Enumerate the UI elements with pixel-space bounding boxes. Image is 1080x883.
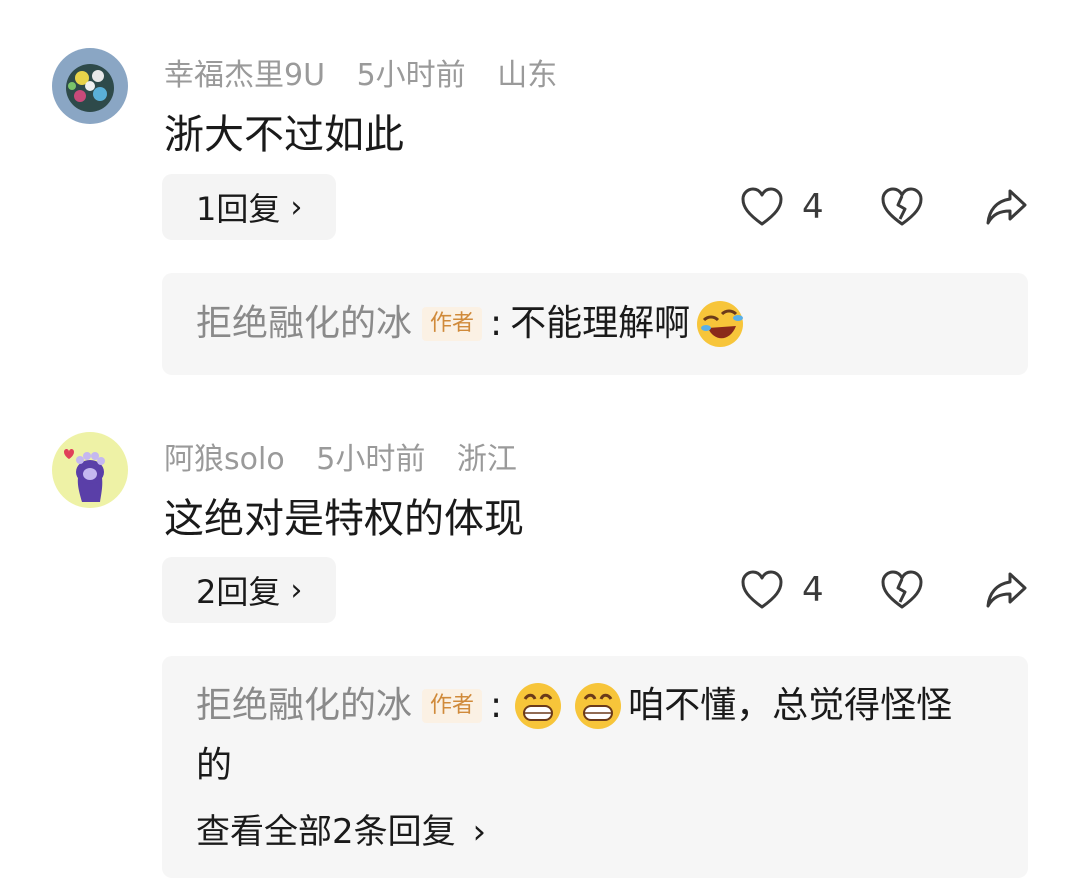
sub-reply-text: 不能理解啊 bbox=[510, 303, 691, 344]
avatar[interactable] bbox=[52, 432, 128, 508]
view-all-replies-link[interactable]: 查看全部2条回复 › bbox=[196, 804, 994, 860]
sub-reply-author[interactable]: 拒绝融化的冰 bbox=[196, 294, 412, 354]
comment-actions: 4 bbox=[740, 560, 1040, 620]
comment-meta: 阿狼solo 5小时前 浙江 bbox=[164, 434, 539, 478]
sub-reply-box[interactable]: 拒绝融化的冰 作者 : 咱不懂，总觉得怪怪 的 查看全部2条回复 › bbox=[162, 656, 1028, 878]
like-count: 4 bbox=[802, 187, 824, 227]
grin-emoji bbox=[575, 683, 622, 729]
timestamp: 5小时前 bbox=[316, 442, 426, 477]
sub-reply-author[interactable]: 拒绝融化的冰 bbox=[196, 676, 412, 736]
reply-count-label: 2回复 bbox=[196, 573, 281, 611]
share-button[interactable] bbox=[984, 560, 1028, 620]
rolling-laugh-emoji bbox=[697, 301, 744, 347]
avatar[interactable] bbox=[52, 48, 128, 124]
comment-actions: 4 bbox=[740, 177, 1040, 237]
reply-count-button[interactable]: 1回复 › bbox=[162, 174, 337, 240]
reply-count-button[interactable]: 2回复 › bbox=[162, 557, 337, 623]
broken-heart-icon bbox=[881, 570, 923, 609]
location: 山东 bbox=[497, 58, 558, 93]
reply-count-label: 1回复 bbox=[196, 190, 281, 228]
view-all-replies-label: 查看全部2条回复 bbox=[196, 812, 456, 852]
timestamp: 5小时前 bbox=[356, 58, 466, 93]
chevron-right-icon: › bbox=[290, 189, 303, 225]
broken-heart-icon bbox=[881, 187, 923, 226]
avatar-image bbox=[52, 432, 128, 508]
sub-reply-text: 咱不懂，总觉得怪怪 bbox=[628, 685, 953, 726]
share-arrow-icon bbox=[986, 189, 1027, 225]
share-button[interactable] bbox=[984, 177, 1028, 237]
like-count: 4 bbox=[802, 570, 824, 610]
comment-text[interactable]: 这绝对是特权的体现 bbox=[164, 486, 524, 544]
dislike-button[interactable] bbox=[880, 177, 924, 237]
like-button[interactable]: 4 bbox=[740, 177, 824, 237]
author-badge: 作者 bbox=[422, 307, 483, 341]
username[interactable]: 幸福杰里9U bbox=[164, 58, 325, 93]
sub-reply-colon: : bbox=[490, 685, 503, 726]
username[interactable]: 阿狼solo bbox=[164, 442, 285, 477]
like-button[interactable]: 4 bbox=[740, 560, 824, 620]
comment-item: 阿狼solo 5小时前 浙江 这绝对是特权的体现 2回复 › 4 拒绝融化的冰 … bbox=[0, 390, 1080, 883]
dislike-button[interactable] bbox=[880, 560, 924, 620]
sub-reply-text-continued: 的 bbox=[196, 745, 233, 786]
chevron-right-icon: › bbox=[290, 572, 303, 608]
grin-emoji bbox=[515, 683, 562, 729]
chevron-right-icon: › bbox=[472, 812, 487, 852]
avatar-image bbox=[52, 48, 128, 124]
author-badge: 作者 bbox=[422, 689, 483, 723]
heart-outline-icon bbox=[741, 187, 783, 226]
location: 浙江 bbox=[456, 442, 517, 477]
sub-reply-line: 拒绝融化的冰 作者 : 不能理解啊 bbox=[196, 294, 994, 354]
sub-reply-box[interactable]: 拒绝融化的冰 作者 : 不能理解啊 bbox=[162, 273, 1028, 375]
comment-text[interactable]: 浙大不过如此 bbox=[164, 102, 404, 160]
comment-item: 幸福杰里9U 5小时前 山东 浙大不过如此 1回复 › 4 拒绝融化的冰 作者 … bbox=[0, 0, 1080, 390]
heart-outline-icon bbox=[741, 570, 783, 609]
sub-reply-colon: : bbox=[490, 303, 503, 344]
share-arrow-icon bbox=[986, 572, 1027, 608]
comment-meta: 幸福杰里9U 5小时前 山东 bbox=[164, 50, 579, 94]
sub-reply-line: 拒绝融化的冰 作者 : 咱不懂，总觉得怪怪 bbox=[196, 676, 994, 736]
